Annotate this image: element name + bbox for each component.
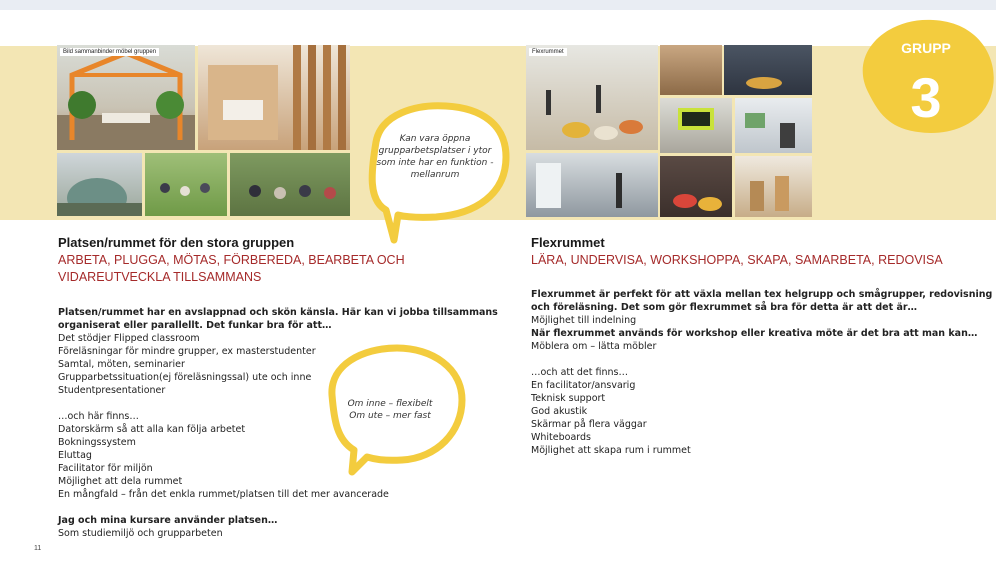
left-item: Studentpresentationer — [58, 385, 166, 396]
right-intro-plain-2: Möblera om – lätta möbler — [531, 341, 657, 352]
photo-wooden-booth-graphic — [208, 45, 346, 150]
photo-flex-bottom-3-graphic — [750, 176, 789, 211]
left-finns-item: Bokningssystem — [58, 437, 136, 448]
right-section-verbs: LÄRA, UNDERVISA, WORKSHOPPA, SKAPA, SAMA… — [531, 253, 943, 267]
right-finns-item: Möjlighet att skapa rum i rummet — [531, 445, 691, 456]
speech-bubble-top-text: Kan vara öppna grupparbetsplatser i ytor… — [376, 134, 494, 180]
photo-flex-screen — [660, 98, 732, 153]
left-section-title: Platsen/rummet för den stora gruppen — [58, 235, 295, 250]
photo-right-tag: Flexrummet — [529, 48, 567, 56]
photo-flex-small-3 — [735, 98, 812, 153]
photo-flex-small-2-graphic — [746, 77, 782, 89]
left-intro-line-2: organiserat eller parallellt. Det funkar… — [58, 320, 332, 331]
left-intro-line-1: Platsen/rummet har en avslappnad och skö… — [58, 307, 498, 318]
photo-lawn-group-graphic — [160, 183, 210, 196]
right-finns-item: En facilitator/ansvarig — [531, 380, 636, 391]
photo-glass-dome — [57, 153, 142, 216]
left-item: Grupparbetssituation(ej föreläsningssal)… — [58, 372, 312, 383]
photo-orange-frame-graphic — [57, 50, 195, 150]
right-finns-item: Whiteboards — [531, 432, 592, 443]
photo-flex-screen-graphic — [678, 108, 714, 130]
page-number: 11 — [34, 545, 42, 552]
left-finns-item: Eluttag — [58, 450, 92, 461]
right-intro-line-3: När flexrummet används för workshop elle… — [531, 328, 978, 339]
left-finns-item: En mångfald – från det enkla rummet/plat… — [58, 489, 389, 500]
photo-flexroom-main: Flexrummet — [526, 45, 658, 150]
right-intro-plain: Möjlighet till indelning — [531, 315, 637, 326]
left-finns-item: Möjlighet att dela rummet — [58, 476, 183, 487]
left-jag-item: Som studiemiljö och grupparbeten — [58, 528, 223, 539]
left-finns-item: Datorskärm så att alla kan följa arbetet — [58, 424, 246, 435]
photo-flex-bottom-1-graphic — [536, 163, 622, 208]
photo-flex-small-2 — [724, 45, 812, 95]
photo-flex-bottom-1 — [526, 153, 658, 217]
photo-flex-small-3-graphic — [745, 113, 795, 148]
left-section-verbs-2: VIDAREUTVECKLA TILLSAMMANS — [58, 270, 262, 284]
right-intro-line-2: och föreläsning. Det som gör flexrummet … — [531, 302, 918, 313]
photo-flex-small-1 — [660, 45, 722, 95]
right-body: Flexrummet är perfekt för att växla mell… — [531, 288, 993, 457]
right-finns-item: Skärmar på flera väggar — [531, 419, 647, 430]
photo-flex-bottom-3 — [735, 156, 812, 217]
right-intro-line-1: Flexrummet är perfekt för att växla mell… — [531, 289, 993, 300]
photo-flexroom-main-graphic — [546, 85, 643, 140]
left-finns-heading: …och här finns… — [58, 411, 139, 422]
left-item: Samtal, möten, seminarier — [58, 359, 185, 370]
right-finns-heading: …och att det finns… — [531, 367, 628, 378]
right-finns-item: God akustik — [531, 406, 588, 417]
left-section-verbs-1: ARBETA, PLUGGA, MÖTAS, FÖRBEREDA, BEARBE… — [58, 253, 405, 267]
right-section-title: Flexrummet — [531, 235, 605, 250]
photo-lawn-group — [145, 153, 227, 216]
photo-glass-dome-graphic — [57, 178, 142, 216]
photo-outdoor-seminar-graphic — [249, 185, 336, 199]
right-finns-item: Teknisk support — [531, 393, 606, 404]
left-finns-item: Facilitator för miljön — [58, 463, 153, 474]
photo-outdoor-seminar — [230, 153, 350, 216]
left-jag-heading: Jag och mina kursare använder platsen… — [58, 515, 278, 526]
grupp-number: 3 — [910, 66, 942, 129]
grupp-label: GRUPP — [901, 40, 951, 56]
left-item: Föreläsningar för mindre grupper, ex mas… — [58, 346, 316, 357]
photo-left-tag: Bild sammanbinder möbel gruppen — [60, 48, 160, 56]
photo-orange-frame-room: Bild sammanbinder möbel gruppen — [57, 45, 195, 150]
photo-flex-bottom-2-graphic — [673, 194, 722, 211]
photo-wooden-booth — [198, 45, 350, 150]
document-page: Bild sammanbinder möbel gruppen Flexrumm… — [0, 10, 996, 566]
left-body: Platsen/rummet har en avslappnad och skö… — [58, 306, 498, 540]
left-item: Det stödjer Flipped classroom — [58, 333, 200, 344]
photo-flex-bottom-2 — [660, 156, 732, 217]
